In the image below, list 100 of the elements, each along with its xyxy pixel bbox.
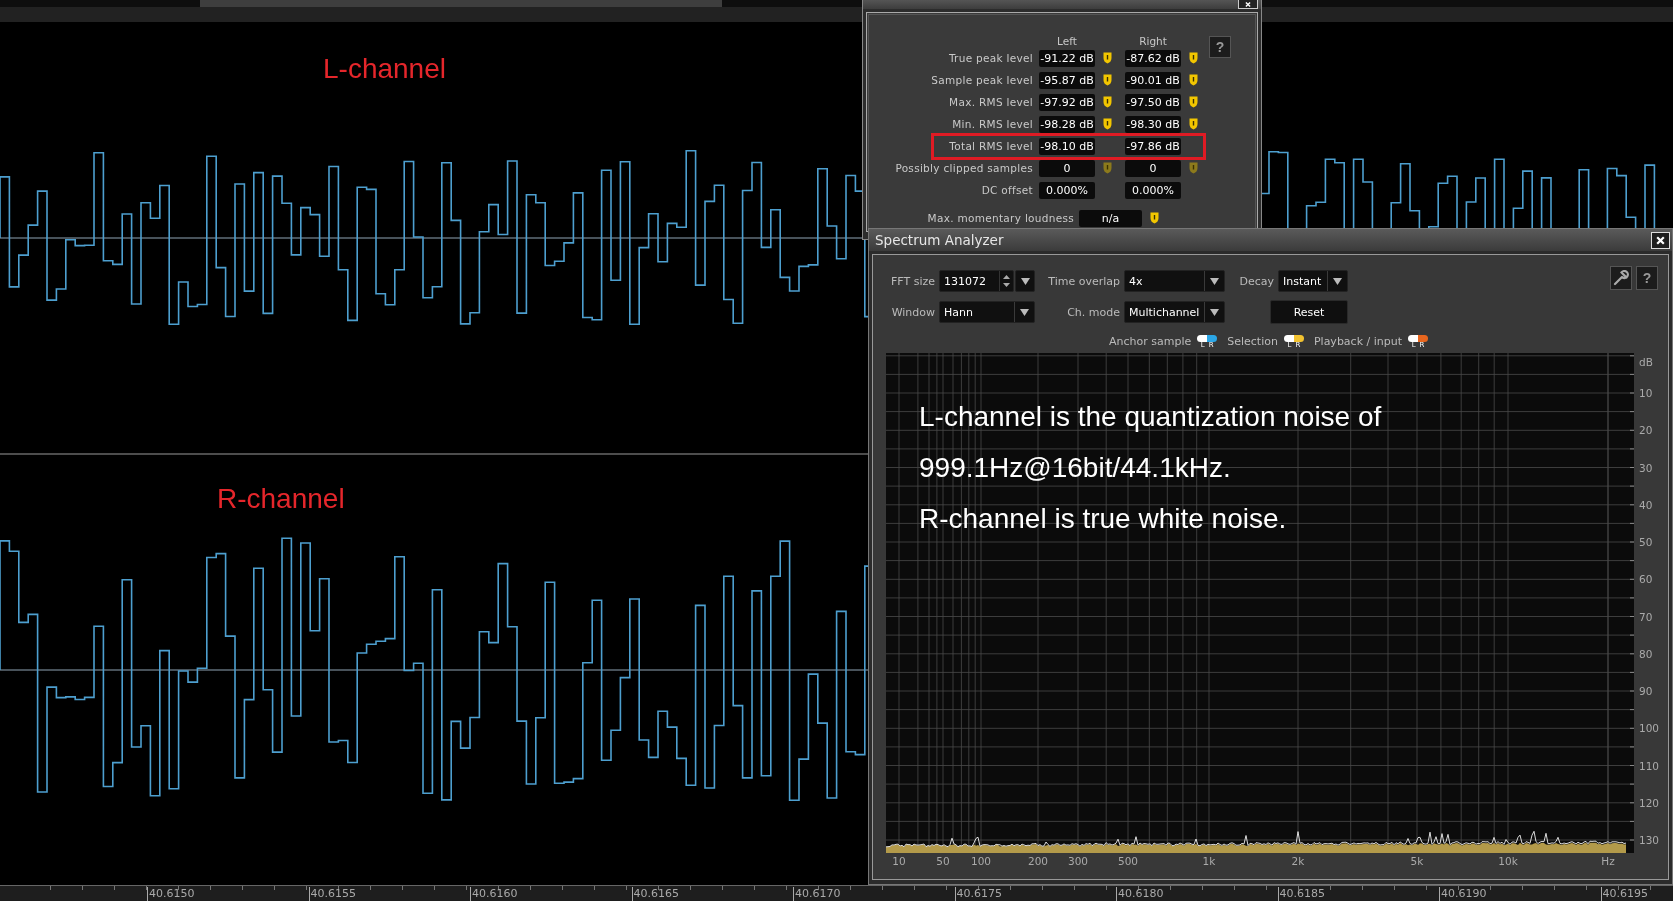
stat-value: 0.000%	[1125, 181, 1181, 199]
time-label: 40.6180	[1118, 887, 1164, 900]
axis-label: 5k	[1410, 855, 1424, 867]
control-label: FFT size	[890, 274, 935, 288]
dropdown[interactable]: Multichannel	[1124, 301, 1225, 323]
dropdown[interactable]: Instant	[1278, 270, 1348, 292]
close-button[interactable]	[1651, 231, 1670, 249]
axis-label: 500	[1118, 855, 1138, 867]
axis-label: 50	[936, 855, 950, 867]
stat-label: Max. momentary loudness	[926, 212, 1074, 224]
stat-value: -97.50 dB	[1125, 93, 1181, 111]
marker-icon[interactable]	[1188, 74, 1198, 86]
stat-label: Total RMS level	[948, 140, 1033, 152]
marker-icon[interactable]	[1102, 118, 1112, 130]
marker-icon[interactable]	[1188, 96, 1198, 108]
column-header: Right	[1138, 35, 1168, 47]
time-label: 40.6155	[310, 887, 356, 900]
marker-icon[interactable]	[1102, 162, 1112, 174]
time-label: 40.6195	[1602, 887, 1648, 900]
marker-icon[interactable]	[1188, 118, 1198, 130]
marker-icon[interactable]	[1149, 212, 1159, 224]
axis-label: 70	[1639, 610, 1653, 623]
dropdown[interactable]: 4x	[1124, 270, 1225, 292]
axis-label: 80	[1639, 647, 1653, 660]
number-field[interactable]: 131072	[939, 270, 1014, 292]
time-label: 40.6165	[633, 887, 679, 900]
annotation-text: R-channel is true white noise.	[919, 502, 1288, 536]
stat-value: 0.000%	[1039, 181, 1095, 199]
axis-label: 20	[1639, 424, 1653, 437]
axis-label: 10	[1639, 387, 1653, 399]
stat-value: -98.10 dB	[1039, 137, 1095, 155]
axis-label: 120	[1639, 796, 1660, 809]
annotation-text: L-channel is the quantization noise of	[919, 400, 1382, 434]
stat-label: Possibly clipped samples	[894, 162, 1033, 174]
time-label: 40.6185	[1279, 887, 1325, 900]
time-label: 40.6150	[149, 887, 195, 900]
marker-icon[interactable]	[1102, 52, 1112, 64]
annotation-text: 999.1Hz@16bit/44.1kHz.	[919, 451, 1232, 485]
stat-value: -95.87 dB	[1039, 71, 1095, 89]
control-label: Time overlap	[1047, 274, 1120, 288]
legend-label: Selection	[1227, 335, 1278, 348]
control-label: Decay	[1238, 274, 1274, 288]
stat-value: -90.01 dB	[1125, 71, 1181, 89]
legend-label: Playback / input	[1313, 335, 1402, 348]
marker-icon[interactable]	[1102, 74, 1112, 86]
axis-label: 300	[1068, 855, 1088, 867]
marker-icon[interactable]	[1188, 52, 1198, 64]
stat-label: True peak level	[947, 52, 1033, 64]
help-button[interactable]: ?	[1209, 36, 1231, 58]
axis-label: 100	[971, 855, 991, 867]
axis-label: dB	[1639, 356, 1653, 368]
stat-value: -97.92 dB	[1039, 93, 1095, 111]
time-label: 40.6190	[1441, 887, 1487, 900]
stat-label: Min. RMS level	[951, 118, 1033, 130]
settings-button[interactable]	[1610, 266, 1632, 290]
column-header: Left	[1056, 35, 1078, 47]
dropdown-button[interactable]	[1015, 270, 1035, 292]
close-button[interactable]	[1238, 0, 1258, 9]
legend-label: Anchor sample	[1108, 335, 1192, 348]
axis-label: 60	[1639, 573, 1653, 586]
axis-label: 50	[1639, 536, 1653, 548]
close-icon[interactable]	[1244, 0, 1252, 8]
axis-label: 30	[1639, 461, 1653, 474]
time-label: 40.6175	[956, 887, 1002, 900]
axis-label: 110	[1639, 759, 1660, 772]
caret-icon	[1210, 308, 1219, 316]
axis-label: 1k	[1202, 855, 1216, 867]
stat-value: n/a	[1079, 209, 1142, 227]
axis-label: Hz	[1601, 855, 1615, 867]
scrollbar-thumb[interactable]	[200, 0, 722, 7]
stat-value: -98.28 dB	[1039, 115, 1095, 133]
reset-button[interactable]: Reset	[1270, 300, 1348, 324]
caret-icon	[1020, 308, 1029, 316]
stat-value: -97.86 dB	[1125, 137, 1181, 155]
dropdown[interactable]: Hann	[939, 301, 1035, 323]
axis-label: 2k	[1291, 855, 1305, 867]
marker-icon[interactable]	[1102, 96, 1112, 108]
stat-label: Max. RMS level	[948, 96, 1033, 108]
axis-label: 10	[892, 855, 906, 867]
axis-label: 10k	[1498, 855, 1518, 867]
control-label: Window	[890, 305, 935, 319]
time-label: 40.6160	[472, 887, 518, 900]
axis-label: 90	[1639, 685, 1653, 697]
caret-icon	[1210, 277, 1219, 285]
axis-label: 130	[1639, 834, 1660, 846]
stat-value: -91.22 dB	[1039, 49, 1095, 67]
help-button[interactable]: ?	[1636, 266, 1658, 290]
marker-icon[interactable]	[1188, 162, 1198, 174]
channel-label: R-channel	[217, 483, 345, 515]
axis-label: 200	[1028, 855, 1048, 867]
spin-arrows-icon[interactable]	[1002, 273, 1011, 289]
close-icon[interactable]	[1655, 234, 1666, 246]
stat-label: Sample peak level	[930, 74, 1033, 86]
caret-icon	[1333, 277, 1342, 285]
stat-label: DC offset	[980, 184, 1033, 196]
window-title: Spectrum Analyzer	[875, 232, 1004, 248]
control-label: Ch. mode	[1066, 305, 1120, 319]
axis-label: 100	[1639, 722, 1660, 735]
channel-label: L-channel	[323, 53, 446, 85]
wrench-icon	[1613, 270, 1629, 286]
